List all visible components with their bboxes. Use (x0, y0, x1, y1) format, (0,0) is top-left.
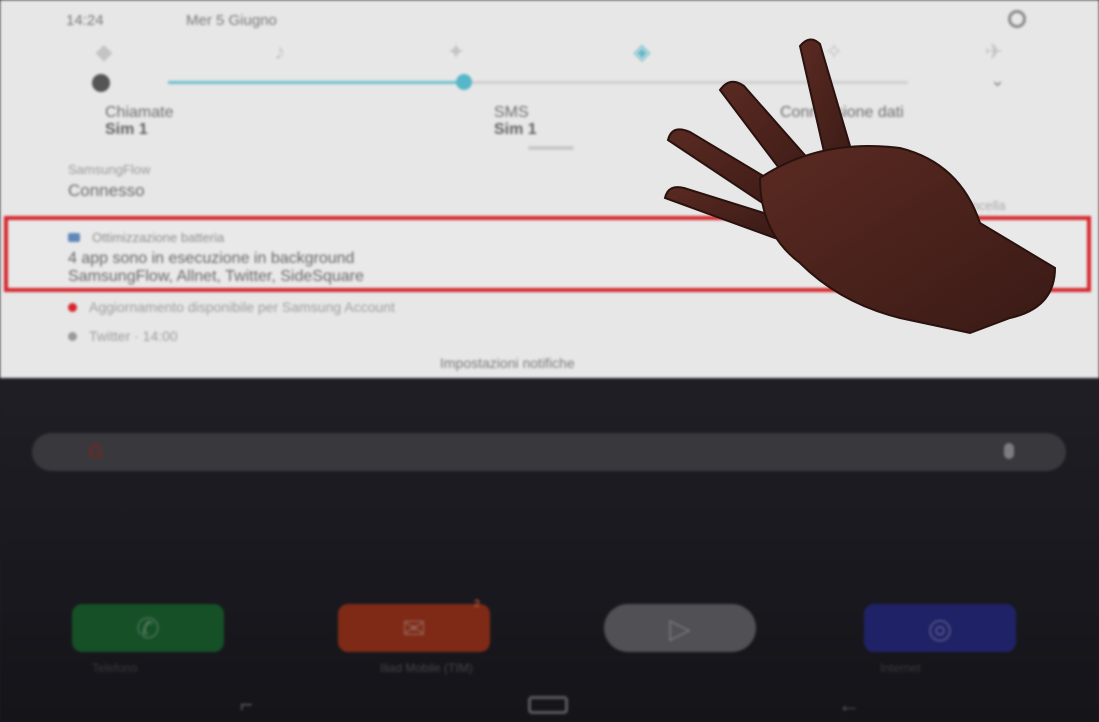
hand-gesture-overlay (663, 38, 1057, 335)
update-notification-text: Aggiornamento disponibile per Samsung Ac… (89, 299, 395, 315)
sim-sms-value: Sim 1 (494, 121, 537, 138)
settings-gear-icon[interactable] (1008, 10, 1026, 28)
flow-notification-title[interactable]: Connesso (68, 181, 145, 201)
sim-sms-title: SMS (494, 104, 529, 121)
twitter-notification-text: Twitter · 14:00 (89, 328, 178, 344)
shade-drag-handle[interactable] (528, 146, 574, 150)
sound-icon[interactable]: ♪ (256, 38, 304, 66)
sim-calls[interactable]: Chiamate Sim 1 (105, 104, 173, 138)
sim-calls-title: Chiamate (105, 104, 174, 121)
status-date: Mer 5 Giugno (186, 12, 277, 29)
sim-calls-value: Sim 1 (105, 121, 148, 138)
twitter-dot-icon (68, 332, 77, 341)
wifi-icon[interactable]: ◆ (80, 38, 128, 66)
flow-notification-app: SamsungFlow (68, 162, 151, 177)
notification-settings-link[interactable]: Impostazioni notifiche (440, 355, 575, 371)
notification-app-name: Ottimizzazione batteria (92, 230, 225, 245)
brightness-icon (92, 74, 110, 92)
dim-overlay (0, 378, 1099, 722)
twitter-notification[interactable]: Twitter · 14:00 (68, 328, 178, 344)
battery-icon (68, 233, 80, 242)
status-time: 14:24 (66, 12, 104, 29)
status-bar: 14:24 Mer 5 Giugno (66, 10, 1026, 30)
brightness-slider-knob[interactable] (456, 74, 472, 90)
update-notification[interactable]: Aggiornamento disponibile per Samsung Ac… (68, 299, 395, 315)
notification-line-2: SamsungFlow, Allnet, Twitter, SideSquare (68, 268, 364, 285)
bluetooth-icon[interactable]: ✦ (432, 38, 480, 66)
brightness-slider-fill (168, 81, 464, 84)
sim-sms[interactable]: SMS Sim 1 (494, 104, 537, 138)
alert-dot-icon (68, 303, 77, 312)
notification-line-1: 4 app sono in esecuzione in background (68, 250, 355, 267)
